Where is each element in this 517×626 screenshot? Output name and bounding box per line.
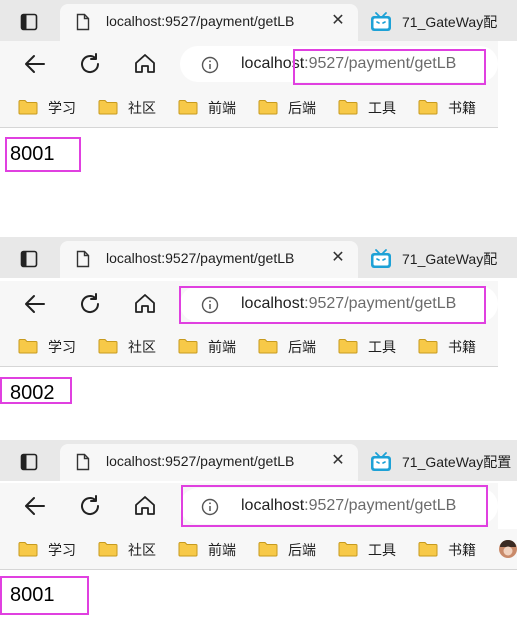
folder-icon — [18, 100, 38, 115]
home-icon — [135, 54, 155, 73]
home-button[interactable] — [132, 291, 158, 317]
highlight-box — [181, 485, 488, 527]
browser-capture-2: localhost:9527/payment/getLB ✕ 71_GateWa… — [0, 237, 517, 407]
bookmark-label: 后端 — [288, 100, 316, 116]
tab-title: localhost:9527/payment/getLB — [106, 250, 295, 266]
reload-icon — [81, 293, 100, 313]
window-icon — [20, 13, 38, 31]
highlight-box — [179, 286, 486, 324]
folder-icon — [178, 100, 198, 115]
bookmark-label: 书籍 — [448, 542, 476, 558]
bookmark-label: 学习 — [48, 100, 76, 116]
bookmark-label: 工具 — [368, 100, 396, 116]
bookmark-label: 社区 — [128, 339, 156, 355]
page-icon — [76, 13, 90, 31]
folder-icon — [258, 100, 278, 115]
highlight-box — [0, 377, 72, 404]
reload-icon — [81, 53, 100, 73]
bookmark-label: 前端 — [208, 542, 236, 558]
home-icon — [135, 294, 155, 313]
highlight-box — [293, 49, 486, 85]
browser-capture-3: localhost:9527/payment/getLB ✕ 71_GateWa… — [0, 440, 517, 626]
bilibili-icon — [371, 12, 391, 31]
close-tab-icon[interactable]: ✕ — [328, 11, 348, 31]
tab-actions-button[interactable] — [14, 450, 44, 474]
back-arrow-icon — [25, 55, 45, 73]
bookmark-label: 书籍 — [448, 339, 476, 355]
back-button[interactable] — [22, 291, 48, 317]
reload-button[interactable] — [77, 291, 103, 317]
folder-icon — [18, 339, 38, 354]
page-icon — [76, 453, 90, 471]
folder-icon — [258, 542, 278, 557]
bookmarks-bar: 学习 社区 前端 后端 工具 书籍 — [0, 326, 498, 367]
back-button[interactable] — [22, 51, 48, 77]
back-arrow-icon — [25, 295, 45, 313]
tab-active[interactable]: localhost:9527/payment/getLB ✕ — [60, 444, 358, 481]
reload-button[interactable] — [77, 51, 103, 77]
tab-title: 71_GateWay配 — [402, 14, 498, 30]
folder-icon — [258, 339, 278, 354]
bookmark-label: 书籍 — [448, 100, 476, 116]
tab-strip: localhost:9527/payment/getLB ✕ 71_GateWa… — [0, 440, 517, 481]
folder-icon — [338, 100, 358, 115]
home-button[interactable] — [132, 51, 158, 77]
bookmark-label: 社区 — [128, 100, 156, 116]
browser-capture-1: localhost:9527/payment/getLB ✕ 71_GateWa… — [0, 0, 517, 200]
tab-title: localhost:9527/payment/getLB — [106, 13, 295, 29]
bookmark-label: 前端 — [208, 339, 236, 355]
highlight-box — [5, 137, 81, 172]
tab-title: 71_GateWay配置 — [402, 454, 512, 470]
tab-actions-button[interactable] — [14, 247, 44, 271]
tab-actions-button[interactable] — [14, 10, 44, 34]
bookmark-label: 后端 — [288, 339, 316, 355]
bookmark-label: 后端 — [288, 542, 316, 558]
reload-icon — [81, 495, 100, 515]
folder-icon — [418, 100, 438, 115]
folder-icon — [98, 542, 118, 557]
folder-icon — [418, 542, 438, 557]
bookmarks-bar: 学习 社区 前端 后端 工具 书籍 — [0, 87, 498, 128]
bookmark-label: 学习 — [48, 542, 76, 558]
bookmarks-bar: 学习 社区 前端 后端 工具 书籍 — [0, 529, 517, 570]
folder-icon — [418, 339, 438, 354]
back-arrow-icon — [25, 497, 45, 515]
info-icon — [201, 56, 219, 74]
window-icon — [20, 250, 38, 268]
bookmark-label: 社区 — [128, 542, 156, 558]
close-tab-icon[interactable]: ✕ — [328, 248, 348, 268]
page-icon — [76, 250, 90, 268]
home-button[interactable] — [132, 493, 158, 519]
tab-active[interactable]: localhost:9527/payment/getLB ✕ — [60, 241, 358, 278]
avatar[interactable] — [498, 539, 517, 559]
close-tab-icon[interactable]: ✕ — [328, 451, 348, 471]
bookmark-label: 工具 — [368, 339, 396, 355]
folder-icon — [178, 339, 198, 354]
window-icon — [20, 453, 38, 471]
avatar-icon — [499, 540, 517, 558]
bilibili-icon — [371, 452, 391, 471]
highlight-box — [0, 576, 89, 615]
tab-inactive[interactable]: 71_GateWay配 — [360, 241, 517, 276]
tab-inactive[interactable]: 71_GateWay配置 — [360, 444, 517, 479]
bookmark-label: 学习 — [48, 339, 76, 355]
tab-inactive[interactable]: 71_GateWay配 — [360, 4, 517, 39]
reload-button[interactable] — [77, 493, 103, 519]
back-button[interactable] — [22, 493, 48, 519]
folder-icon — [178, 542, 198, 557]
tab-active[interactable]: localhost:9527/payment/getLB ✕ — [60, 4, 358, 41]
tab-strip: localhost:9527/payment/getLB ✕ 71_GateWa… — [0, 0, 517, 41]
home-icon — [135, 496, 155, 515]
folder-icon — [338, 339, 358, 354]
folder-icon — [338, 542, 358, 557]
folder-icon — [98, 339, 118, 354]
bookmark-label: 工具 — [368, 542, 396, 558]
tab-title: localhost:9527/payment/getLB — [106, 453, 295, 469]
folder-icon — [18, 542, 38, 557]
bookmark-label: 前端 — [208, 100, 236, 116]
tab-strip: localhost:9527/payment/getLB ✕ 71_GateWa… — [0, 237, 517, 278]
folder-icon — [98, 100, 118, 115]
bilibili-icon — [371, 249, 391, 268]
tab-title: 71_GateWay配 — [402, 251, 498, 267]
